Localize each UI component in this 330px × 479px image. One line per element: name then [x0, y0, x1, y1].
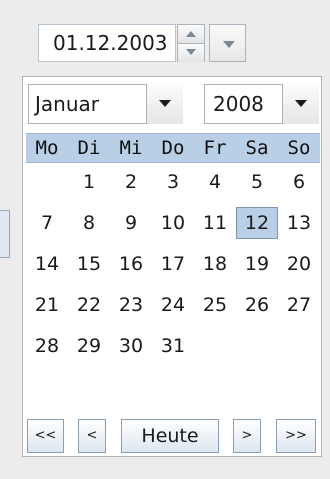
- day-cell[interactable]: 6: [278, 166, 320, 198]
- calendar-popup-toggle[interactable]: [209, 24, 246, 62]
- day-cell[interactable]: 5: [236, 166, 278, 198]
- day-cell[interactable]: 28: [26, 330, 68, 362]
- chevron-down-icon: [159, 100, 171, 107]
- date-input[interactable]: 01.12.2003: [38, 24, 176, 62]
- weekday-label: Fr: [203, 137, 227, 159]
- day-cell[interactable]: 8: [68, 207, 110, 239]
- year-select[interactable]: 2008: [204, 84, 319, 124]
- day-cell[interactable]: 31: [152, 330, 194, 362]
- prev-button[interactable]: <: [78, 419, 106, 453]
- weekday-label: Mi: [119, 137, 143, 159]
- day-cell[interactable]: 26: [236, 289, 278, 321]
- chevron-down-icon: [295, 100, 307, 107]
- spin-down-button[interactable]: [178, 44, 204, 62]
- calendar-nav-bar: << < Heute > >>: [23, 417, 321, 455]
- day-cell-empty: [236, 330, 278, 362]
- day-cell[interactable]: 19: [236, 248, 278, 280]
- day-cell-empty: [26, 166, 68, 198]
- day-cell[interactable]: 11: [194, 207, 236, 239]
- day-cell[interactable]: 27: [278, 289, 320, 321]
- day-cell[interactable]: 2: [110, 166, 152, 198]
- background-button-edge: [0, 210, 10, 258]
- month-dropdown-button[interactable]: [146, 84, 183, 124]
- day-cell[interactable]: 17: [152, 248, 194, 280]
- day-cell[interactable]: 21: [26, 289, 68, 321]
- day-cell[interactable]: 20: [278, 248, 320, 280]
- day-cell-selected[interactable]: 12: [236, 207, 278, 239]
- day-cell[interactable]: 15: [68, 248, 110, 280]
- weekday-label: Di: [77, 137, 101, 159]
- day-cell[interactable]: 23: [110, 289, 152, 321]
- day-cell[interactable]: 16: [110, 248, 152, 280]
- day-cell[interactable]: 13: [278, 207, 320, 239]
- first-button[interactable]: <<: [27, 419, 64, 453]
- day-cell[interactable]: 3: [152, 166, 194, 198]
- day-cell[interactable]: 7: [26, 207, 68, 239]
- day-cell[interactable]: 10: [152, 207, 194, 239]
- day-cell[interactable]: 25: [194, 289, 236, 321]
- spin-down-icon: [186, 49, 196, 55]
- day-cell[interactable]: 4: [194, 166, 236, 198]
- day-cell[interactable]: 1: [68, 166, 110, 198]
- today-button[interactable]: Heute: [121, 419, 219, 453]
- calendar-popup: Januar 2008 Mo Di Mi Do Fr Sa So 1 2 3 4…: [22, 76, 322, 457]
- day-cell[interactable]: 18: [194, 248, 236, 280]
- day-cell[interactable]: 14: [26, 248, 68, 280]
- day-cell-empty: [278, 330, 320, 362]
- date-spinner[interactable]: [177, 24, 205, 62]
- last-button[interactable]: >>: [276, 419, 316, 453]
- weekday-label: Mo: [35, 137, 59, 159]
- weekday-label: So: [287, 137, 311, 159]
- day-cell[interactable]: 30: [110, 330, 152, 362]
- weekday-header: Mo Di Mi Do Fr Sa So: [26, 133, 320, 163]
- weekday-label: Do: [161, 137, 185, 159]
- spin-up-button[interactable]: [178, 25, 204, 44]
- day-cell-empty: [194, 330, 236, 362]
- spin-up-icon: [186, 31, 196, 37]
- month-select[interactable]: Januar: [28, 84, 183, 124]
- date-value: 01.12.2003: [53, 31, 168, 55]
- month-value: Januar: [35, 92, 99, 116]
- year-value: 2008: [213, 92, 264, 116]
- weekday-label: Sa: [245, 137, 269, 159]
- chevron-down-icon: [223, 41, 235, 48]
- day-cell[interactable]: 24: [152, 289, 194, 321]
- year-dropdown-button[interactable]: [282, 84, 319, 124]
- next-button[interactable]: >: [233, 419, 261, 453]
- day-cell[interactable]: 9: [110, 207, 152, 239]
- day-cell[interactable]: 29: [68, 330, 110, 362]
- day-cell[interactable]: 22: [68, 289, 110, 321]
